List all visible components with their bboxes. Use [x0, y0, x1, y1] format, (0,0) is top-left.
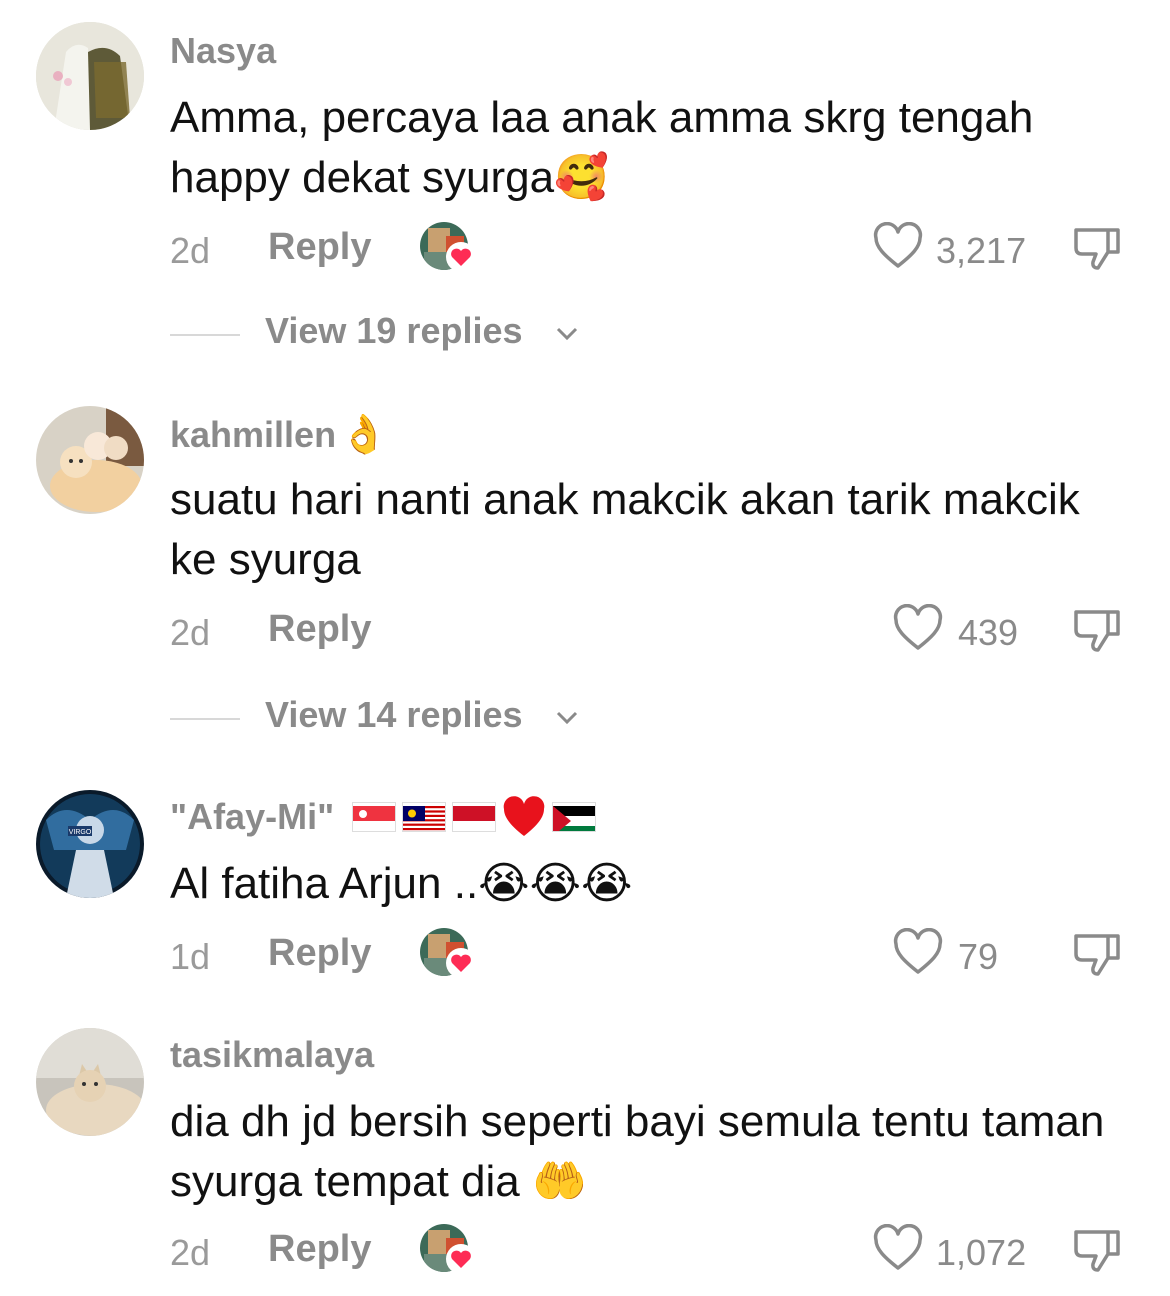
- comment-text: Al fatiha Arjun ..😭😭😭: [170, 859, 633, 908]
- avatar[interactable]: VIRGO: [36, 790, 144, 898]
- comment-time: 2d: [170, 612, 211, 653]
- avatar[interactable]: [36, 22, 144, 130]
- chevron-down-icon[interactable]: [552, 702, 582, 732]
- like-count: 79: [958, 936, 999, 977]
- comment-time: 2d: [170, 230, 211, 271]
- thumbs-down-icon[interactable]: [1070, 1224, 1126, 1276]
- like-count: 1,072: [936, 1232, 1027, 1273]
- palestine-flag-icon: [552, 802, 597, 832]
- comment-actions: 1d Reply 79: [0, 927, 1170, 988]
- heart-outline-icon[interactable]: [892, 603, 944, 654]
- comment-text: Amma, percaya laa anak amma skrg tengah …: [170, 93, 1034, 202]
- comment-time: 2d: [170, 1232, 211, 1273]
- creator-liked-heart-icon: [446, 948, 476, 978]
- avatar-text: VIRGO: [69, 829, 92, 836]
- reply-button[interactable]: Reply: [268, 932, 371, 975]
- heart-outline-icon[interactable]: [872, 1223, 924, 1274]
- reply-button[interactable]: Reply: [268, 226, 371, 269]
- heart-outline-icon[interactable]: [872, 221, 924, 272]
- view-replies-button[interactable]: View 19 replies: [0, 308, 1170, 358]
- comment-actions: 2d Reply 3,217: [0, 221, 1170, 282]
- red-heart-icon: [502, 796, 546, 838]
- creator-liked-heart-icon: [446, 242, 476, 272]
- thumbs-down-icon[interactable]: [1070, 604, 1126, 656]
- creator-liked-heart-icon: [446, 1244, 476, 1274]
- thumbs-down-icon[interactable]: [1070, 928, 1126, 980]
- divider-line: [170, 718, 240, 720]
- divider-line: [170, 334, 240, 336]
- comment-text: dia dh jd bersih seperti bayi semula ten…: [170, 1097, 1105, 1206]
- like-count: 3,217: [936, 230, 1027, 271]
- comment-actions: 2d Reply 439: [0, 603, 1170, 664]
- avatar[interactable]: [36, 1028, 144, 1136]
- comment-username[interactable]: kahmillen 👌: [170, 412, 387, 457]
- like-count: 439: [958, 612, 1019, 653]
- comment-text: suatu hari nanti anak makcik akan tarik …: [170, 475, 1080, 584]
- view-replies-button[interactable]: View 14 replies: [0, 692, 1170, 742]
- avatar[interactable]: [36, 406, 144, 514]
- comment-username[interactable]: Nasya: [170, 30, 276, 72]
- singapore-flag-icon: [352, 802, 397, 832]
- comment-username[interactable]: tasikmalaya: [170, 1034, 374, 1076]
- view-replies-label[interactable]: View 14 replies: [265, 694, 523, 736]
- ok-hand-emoji: 👌: [340, 412, 388, 456]
- comment-actions: 2d Reply 1,072: [0, 1223, 1170, 1284]
- indonesia-flag-icon: [452, 802, 497, 832]
- creator-liked-badge: [420, 928, 476, 980]
- reply-button[interactable]: Reply: [268, 1228, 371, 1271]
- creator-liked-badge: [420, 222, 476, 274]
- comment-time: 1d: [170, 936, 211, 977]
- creator-liked-badge: [420, 1224, 476, 1276]
- view-replies-label[interactable]: View 19 replies: [265, 310, 523, 352]
- heart-outline-icon[interactable]: [892, 927, 944, 978]
- reply-button[interactable]: Reply: [268, 608, 371, 651]
- thumbs-down-icon[interactable]: [1070, 222, 1126, 274]
- chevron-down-icon[interactable]: [552, 318, 582, 348]
- comment-username[interactable]: "Afay-Mi": [170, 796, 597, 838]
- malaysia-flag-icon: [402, 802, 447, 832]
